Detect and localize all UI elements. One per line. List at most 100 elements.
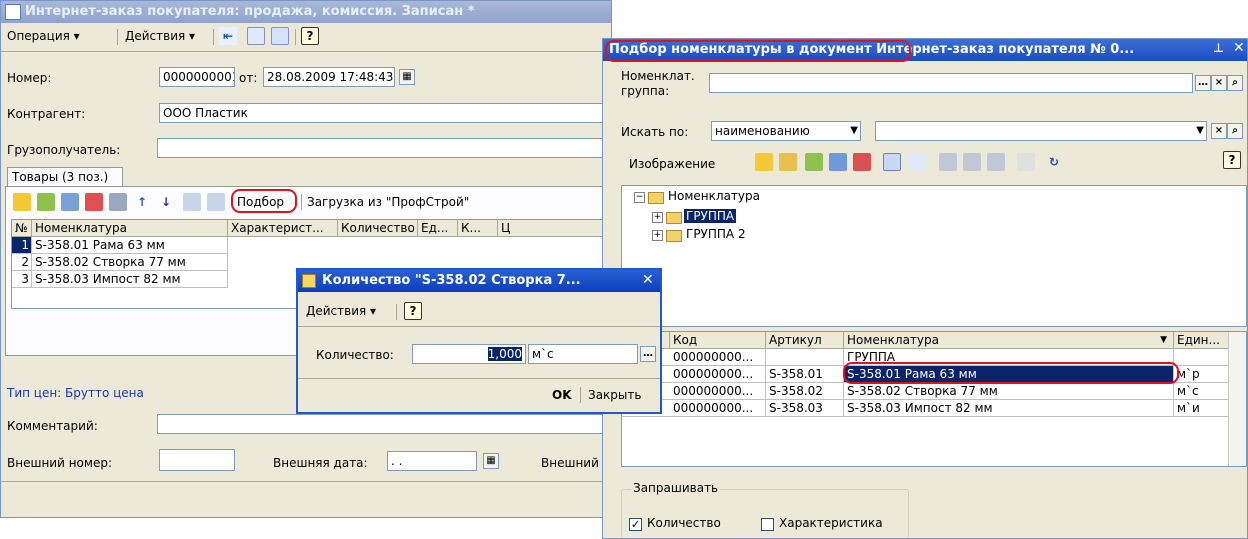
- quantity-input[interactable]: 1,000: [412, 344, 526, 364]
- table-row-unit[interactable]: м`и: [1174, 400, 1230, 417]
- filter-off-icon[interactable]: [1017, 153, 1035, 171]
- group-field[interactable]: [709, 73, 1193, 93]
- ask-characteristic-label[interactable]: Характеристика: [779, 516, 883, 530]
- table-row-code[interactable]: 000000000...: [670, 349, 766, 366]
- table-row-num[interactable]: 3: [12, 271, 32, 288]
- pin-icon[interactable]: ⊥: [1213, 41, 1224, 55]
- col-header-unit[interactable]: Ед...: [418, 220, 458, 237]
- close-icon[interactable]: ✕: [642, 272, 654, 288]
- col-header-unit[interactable]: Един...: [1174, 332, 1230, 349]
- col-header-article[interactable]: Артикул: [766, 332, 844, 349]
- edit-icon[interactable]: [829, 153, 847, 171]
- consignee-field[interactable]: [157, 138, 609, 158]
- table-row-article[interactable]: S-358.03: [766, 400, 844, 417]
- filter-value-icon[interactable]: [963, 153, 981, 171]
- tab-goods[interactable]: Товары (3 поз.): [7, 167, 123, 187]
- table-row-name[interactable]: S-358.02 Створка 77 мм: [844, 383, 1174, 400]
- table-row-article[interactable]: S-358.02: [766, 383, 844, 400]
- table-row-name[interactable]: S-358.01 Рама 63 мм: [32, 237, 228, 254]
- col-header-coef[interactable]: К...: [458, 220, 498, 237]
- table-row-name[interactable]: S-358.02 Створка 77 мм: [32, 254, 228, 271]
- table-row-name[interactable]: S-358.03 Импост 82 мм: [844, 400, 1174, 417]
- table-row-unit[interactable]: м`с: [1174, 383, 1230, 400]
- search-by-select[interactable]: наименованию ▼: [711, 121, 861, 141]
- chevron-down-icon[interactable]: ▼: [1196, 122, 1204, 140]
- ext-date-field[interactable]: . .: [387, 451, 477, 471]
- comment-field[interactable]: [157, 414, 609, 434]
- close-icon[interactable]: ✕: [1233, 40, 1245, 56]
- ok-button[interactable]: OK: [552, 388, 572, 402]
- table-row-num[interactable]: 2: [12, 254, 32, 271]
- date-field[interactable]: 28.08.2009 17:48:43: [263, 67, 395, 87]
- number-field[interactable]: 0000000001: [159, 67, 235, 87]
- ask-quantity-checkbox[interactable]: ✓: [629, 518, 642, 531]
- table-row-unit[interactable]: [1174, 349, 1230, 366]
- delete-icon[interactable]: [853, 153, 871, 171]
- add-icon[interactable]: [755, 153, 773, 171]
- table-row-article[interactable]: S-358.01: [766, 366, 844, 383]
- refresh-icon[interactable]: ↻: [1045, 153, 1063, 171]
- chevron-down-icon[interactable]: ▼: [850, 122, 858, 140]
- move-down-icon[interactable]: ↓: [157, 193, 175, 211]
- col-header-characteristic[interactable]: Характерист...: [228, 220, 338, 237]
- ask-quantity-label[interactable]: Количество: [647, 516, 721, 530]
- table-row-code[interactable]: 000000000...: [670, 366, 766, 383]
- tree-expand-icon[interactable]: +: [652, 230, 663, 241]
- unit-select-button[interactable]: …: [640, 346, 656, 362]
- ask-characteristic-checkbox[interactable]: [761, 518, 774, 531]
- col-header-num[interactable]: №: [12, 220, 32, 237]
- col-header-nomenclature[interactable]: Номенклатура ▼: [844, 332, 1174, 349]
- operation-menu[interactable]: Операция ▾: [7, 29, 80, 43]
- unit-field[interactable]: м`с: [528, 344, 638, 364]
- delete-row-icon[interactable]: [85, 193, 103, 211]
- back-arrow-icon[interactable]: ⇤: [219, 27, 237, 45]
- search-find-icon[interactable]: ⌕: [1227, 123, 1243, 139]
- table-row-num[interactable]: 1: [12, 237, 32, 254]
- add-row-icon[interactable]: [13, 193, 31, 211]
- copy-icon[interactable]: [805, 153, 823, 171]
- table-row-name[interactable]: S-358.03 Импост 82 мм: [32, 271, 228, 288]
- col-header-quantity[interactable]: Количество: [338, 220, 418, 237]
- tree-group-1[interactable]: ГРУППА: [684, 209, 737, 223]
- search-input[interactable]: ▼: [875, 121, 1207, 141]
- order-window-titlebar[interactable]: Интернет-заказ покупателя: продажа, коми…: [1, 1, 611, 23]
- filter-list-icon[interactable]: [987, 153, 1005, 171]
- table-row-article[interactable]: [766, 349, 844, 366]
- help-icon[interactable]: ?: [1223, 151, 1241, 169]
- save-row-icon[interactable]: [109, 193, 127, 211]
- close-button[interactable]: Закрыть: [588, 388, 641, 402]
- col-header-code[interactable]: Код: [670, 332, 766, 349]
- move-up-icon[interactable]: ↑: [133, 193, 151, 211]
- group-tree[interactable]: − Номенклатура + ГРУППА + ГРУППА 2: [621, 185, 1247, 327]
- quantity-dialog-titlebar[interactable]: Количество "S-358.02 Створка 7...: [298, 270, 660, 292]
- calendar-icon[interactable]: ▦: [399, 69, 415, 85]
- group-clear-icon[interactable]: ×: [1211, 75, 1227, 91]
- filter-icon[interactable]: [939, 153, 957, 171]
- group-search-icon[interactable]: ⌕: [1227, 75, 1243, 91]
- tree-group-2[interactable]: ГРУППА 2: [686, 227, 746, 241]
- add-folder-icon[interactable]: [779, 153, 797, 171]
- table-row-unit[interactable]: м`р: [1174, 366, 1230, 383]
- col-header-nomenclature[interactable]: Номенклатура: [32, 220, 228, 237]
- level-up-icon[interactable]: [907, 153, 925, 171]
- help-icon[interactable]: ?: [404, 302, 422, 320]
- add-copy-icon[interactable]: [37, 193, 55, 211]
- actions-menu[interactable]: Действия ▾: [125, 29, 195, 43]
- dialog-actions-menu[interactable]: Действия ▾: [306, 304, 376, 318]
- table-row-code[interactable]: 000000000...: [670, 400, 766, 417]
- tree-root[interactable]: Номенклатура: [668, 189, 760, 203]
- ext-calendar-icon[interactable]: ▦: [483, 453, 499, 469]
- hierarchy-icon[interactable]: [883, 153, 901, 171]
- edit-row-icon[interactable]: [61, 193, 79, 211]
- counterparty-field[interactable]: ООО Пластик: [159, 103, 609, 123]
- nomenclature-table[interactable]: Код Артикул Номенклатура ▼ Един... 00000…: [621, 331, 1247, 467]
- sort-asc-icon[interactable]: [183, 193, 201, 211]
- sort-desc-icon[interactable]: [207, 193, 225, 211]
- search-clear-icon[interactable]: ×: [1211, 123, 1227, 139]
- group-select-button[interactable]: …: [1195, 75, 1211, 91]
- structure-icon[interactable]: [271, 27, 289, 45]
- tree-expand-icon[interactable]: +: [652, 212, 663, 223]
- price-type-link[interactable]: Тип цен: Брутто цена: [7, 386, 144, 400]
- col-header-price[interactable]: Ц: [498, 220, 606, 237]
- table-row-code[interactable]: 000000000...: [670, 383, 766, 400]
